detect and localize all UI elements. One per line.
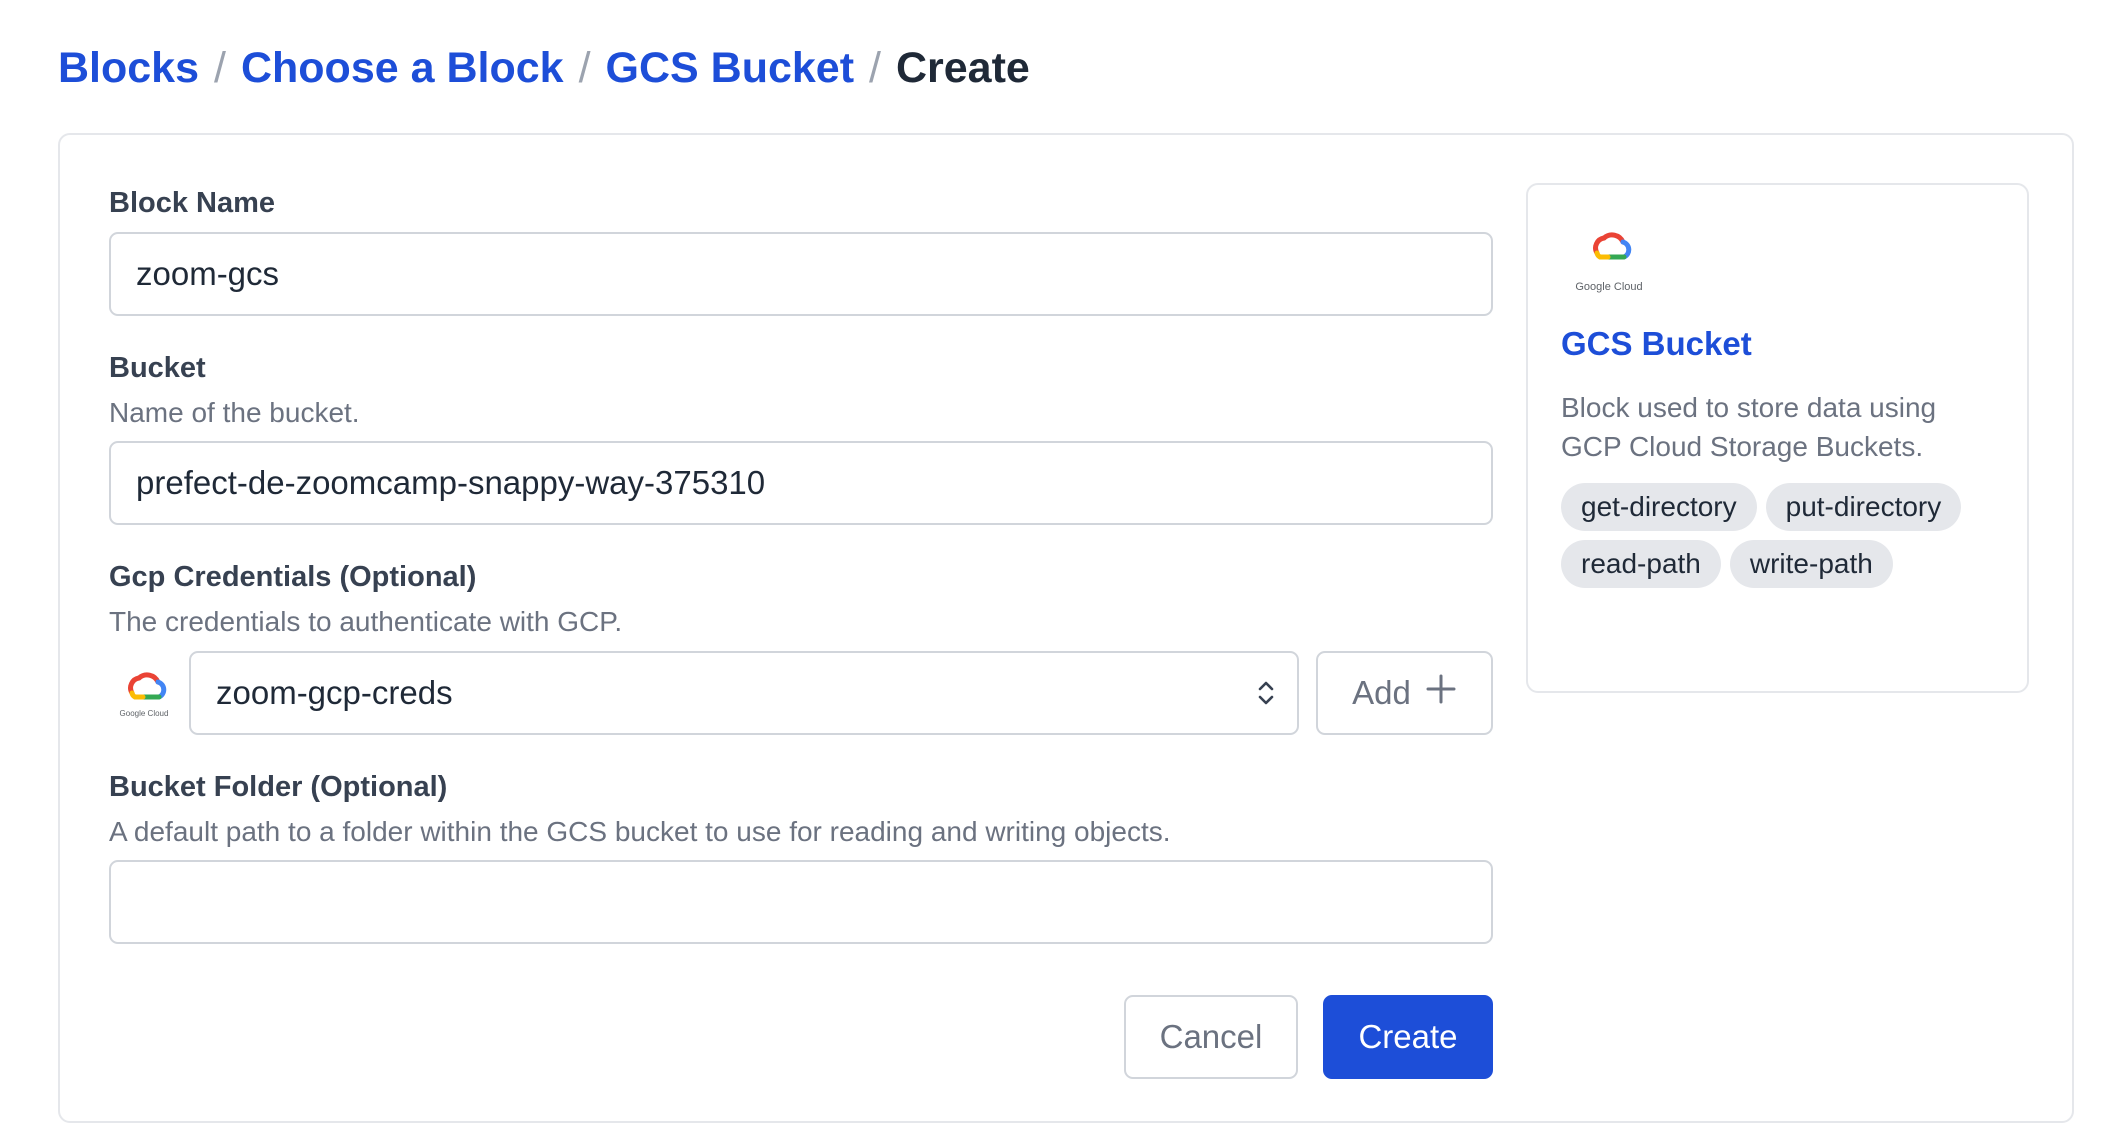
gcp-credentials-select[interactable]: zoom-gcp-creds (189, 651, 1299, 735)
google-cloud-logo (1579, 229, 1639, 279)
breadcrumb-current: Create (895, 44, 1030, 92)
capability-tag: get-directory (1561, 483, 1757, 531)
bucket-description: Name of the bucket. (109, 397, 360, 428)
bucket-folder-label: Bucket Folder (Optional) (109, 771, 448, 803)
google-cloud-logo-text: Google Cloud (1575, 281, 1643, 293)
gcp-credentials-label: Gcp Credentials (Optional) (109, 561, 477, 593)
block-name-input[interactable]: zoom-gcs (109, 232, 1493, 316)
google-cloud-logo-text: Google Cloud (119, 709, 169, 718)
gcp-credentials-value: zoom-gcp-creds (216, 674, 453, 711)
breadcrumb-separator: / (578, 44, 591, 92)
block-name-label: Block Name (109, 187, 276, 219)
capability-tags: get-directory put-directory read-path wr… (1561, 483, 2001, 588)
plus-icon (1425, 673, 1457, 713)
capability-tag: read-path (1561, 540, 1721, 588)
breadcrumb-link-choose-block[interactable]: Choose a Block (241, 44, 564, 93)
breadcrumb-link-blocks[interactable]: Blocks (58, 44, 199, 93)
capability-tag: write-path (1729, 540, 1893, 588)
add-credentials-button[interactable]: Add (1316, 651, 1493, 735)
block-type-title: GCS Bucket (1561, 325, 1752, 362)
chevron-up-down-icon (1255, 678, 1277, 708)
bucket-folder-description: A default path to a folder within the GC… (109, 816, 1171, 847)
breadcrumb-link-gcs-bucket[interactable]: GCS Bucket (606, 44, 855, 93)
breadcrumb: Blocks / Choose a Block / GCS Bucket / C… (58, 44, 1030, 93)
gcp-credentials-description: The credentials to authenticate with GCP… (109, 606, 623, 637)
create-button[interactable]: Create (1323, 995, 1493, 1079)
add-credentials-label: Add (1352, 674, 1411, 711)
breadcrumb-separator: / (869, 44, 881, 92)
bucket-input[interactable]: prefect-de-zoomcamp-snappy-way-375310 (109, 441, 1493, 525)
bucket-label: Bucket (109, 352, 206, 384)
bucket-value: prefect-de-zoomcamp-snappy-way-375310 (136, 464, 766, 501)
cancel-button[interactable]: Cancel (1124, 995, 1298, 1079)
block-name-value: zoom-gcs (136, 255, 280, 292)
breadcrumb-separator: / (214, 44, 226, 92)
capability-tag: put-directory (1765, 483, 1962, 531)
block-type-description: Block used to store data using GCP Cloud… (1561, 392, 1937, 462)
bucket-folder-input[interactable] (109, 860, 1493, 944)
block-info-card: Google Cloud GCS Bucket Block used to st… (1526, 183, 2029, 693)
